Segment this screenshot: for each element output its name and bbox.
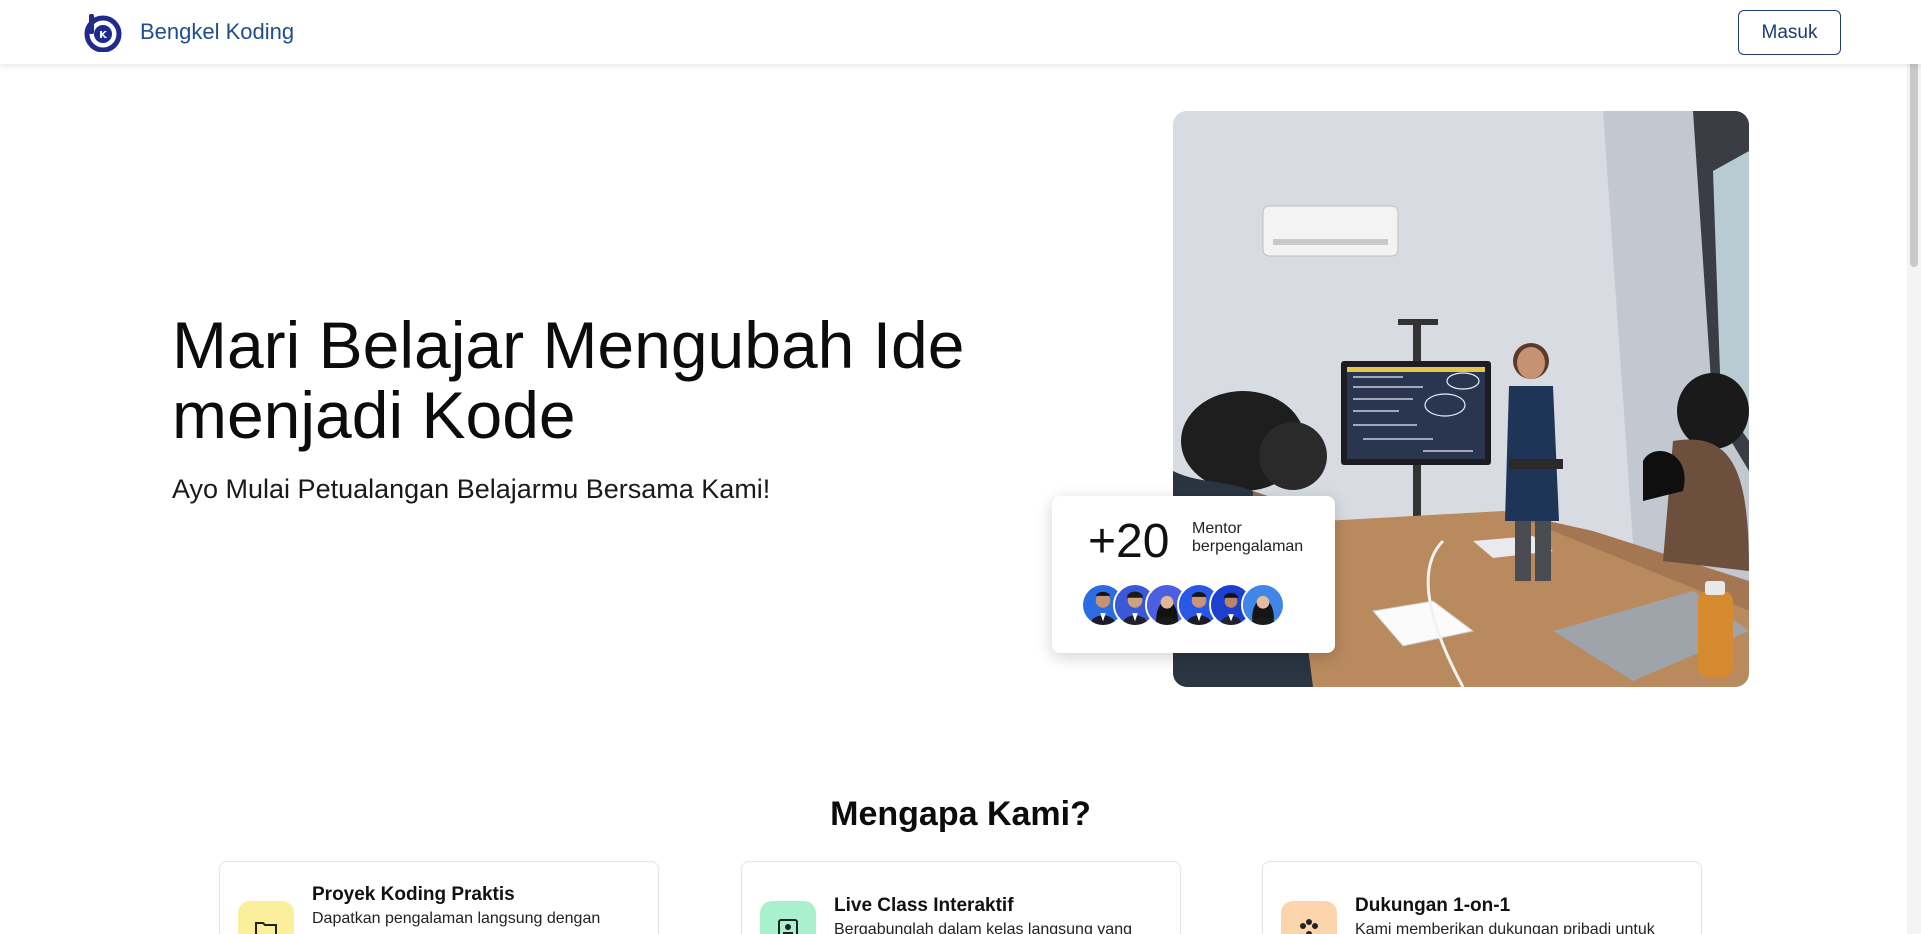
mentor-avatar xyxy=(1241,583,1285,627)
mentor-label-line1: Mentor xyxy=(1192,520,1242,537)
presentation-icon xyxy=(778,919,798,934)
feature-desc: Dapatkan pengalaman langsung dengan xyxy=(312,910,601,927)
feature-title: Live Class Interaktif xyxy=(834,895,1014,916)
feature-card-live-class: Live Class Interaktif Bergabunglah dalam… xyxy=(741,861,1181,934)
feature-icon-wrap xyxy=(1281,901,1337,934)
mentor-avatars xyxy=(1081,583,1285,627)
mentor-count: +20 xyxy=(1088,515,1170,568)
page-scrollbar[interactable] xyxy=(1907,0,1921,934)
hero-subtitle: Ayo Mulai Petualangan Belajarmu Bersama … xyxy=(172,474,771,504)
why-section-title: Mengapa Kami? xyxy=(830,795,1091,833)
feature-icon-wrap xyxy=(760,901,816,934)
hero-title: Mari Belajar Mengubah Ide menjadi Kode xyxy=(172,310,1072,450)
feature-title: Proyek Koding Praktis xyxy=(312,884,515,905)
brand-name: Bengkel Koding xyxy=(140,19,295,44)
people-icon xyxy=(1300,919,1318,934)
hero-title-line2: menjadi Kode xyxy=(172,378,576,452)
feature-desc: Bergabunglah dalam kelas langsung yang xyxy=(834,921,1132,934)
feature-title: Dukungan 1-on-1 xyxy=(1355,895,1511,916)
mentor-label-line2: berpengalaman xyxy=(1192,538,1304,555)
feature-icon-wrap xyxy=(238,901,294,934)
feature-desc: Kami memberikan dukungan pribadi untuk xyxy=(1355,921,1655,934)
folder-icon xyxy=(255,922,277,934)
hero-title-line1: Mari Belajar Mengubah Ide xyxy=(172,308,965,382)
login-button[interactable]: Masuk xyxy=(1738,10,1841,55)
svg-text:K: K xyxy=(99,30,108,41)
feature-card-support: Dukungan 1-on-1 Kami memberikan dukungan… xyxy=(1262,861,1702,934)
feature-card-projects: Proyek Koding Praktis Dapatkan pengalama… xyxy=(219,861,659,934)
mentor-stats-card: +20 Mentor berpengalaman xyxy=(1052,496,1335,653)
brand-link[interactable]: K Bengkel Koding xyxy=(84,12,294,52)
navbar: K Bengkel Koding Masuk xyxy=(0,0,1921,64)
mentor-label: Mentor berpengalaman xyxy=(1192,520,1322,556)
brand-logo-icon: K xyxy=(84,14,122,52)
